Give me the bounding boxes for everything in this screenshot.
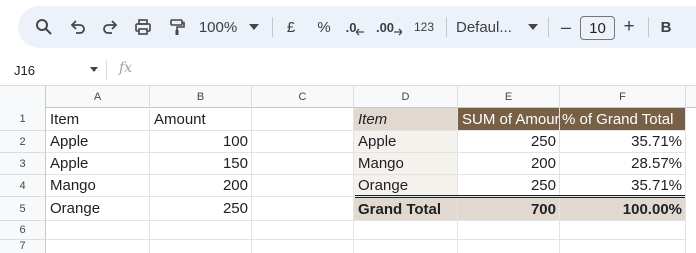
cell-c5[interactable] <box>252 197 354 221</box>
cell-a5[interactable]: Orange <box>46 197 150 221</box>
row-header-1[interactable]: 1 <box>0 108 46 131</box>
row-header-3[interactable]: 3 <box>0 153 46 175</box>
toolbar-divider <box>548 17 549 37</box>
cell-b6[interactable] <box>150 221 252 240</box>
column-header-c[interactable]: C <box>252 86 354 108</box>
row-header-5[interactable]: 5 <box>0 197 46 221</box>
column-header-d[interactable]: D <box>354 86 458 108</box>
pivot-cell-sum[interactable]: 200 <box>458 153 560 175</box>
cell-a6[interactable] <box>46 221 150 240</box>
name-box-dropdown-icon[interactable] <box>90 67 98 72</box>
bold-button[interactable]: B <box>656 6 676 48</box>
paint-format-icon[interactable] <box>164 6 190 48</box>
increase-decimal-label: .00 <box>375 19 395 35</box>
column-header-e[interactable]: E <box>458 86 560 108</box>
cell-c4[interactable] <box>252 175 354 197</box>
search-icon[interactable] <box>32 6 56 48</box>
cell-b7[interactable] <box>150 240 252 253</box>
cell-c7[interactable] <box>252 240 354 253</box>
fx-icon: fx <box>119 60 133 76</box>
cell-b5[interactable]: 250 <box>150 197 252 221</box>
column-header-row: A B C D E F <box>0 85 696 109</box>
row-header-2[interactable]: 2 <box>0 131 46 153</box>
print-icon[interactable] <box>130 6 156 48</box>
pivot-row-label[interactable]: Mango <box>354 153 458 175</box>
cell-e7[interactable] <box>458 240 560 253</box>
pivot-cell-sum[interactable]: 250 <box>458 175 560 197</box>
formula-bar-divider <box>106 60 107 80</box>
font-dropdown-icon[interactable] <box>526 6 540 48</box>
increase-decimal-button[interactable]: .00 <box>374 6 404 48</box>
cell-b1[interactable]: Amount <box>150 108 252 131</box>
pivot-grand-total-label[interactable]: Grand Total <box>354 198 458 221</box>
pivot-header-sum[interactable]: SUM of Amour <box>458 108 560 131</box>
cell-a4[interactable]: Mango <box>46 175 150 197</box>
name-box[interactable]: J16 <box>14 60 104 80</box>
pivot-cell-percent[interactable]: 35.71% <box>560 131 686 153</box>
cell-c1[interactable] <box>252 108 354 131</box>
column-header-f[interactable]: F <box>560 86 686 108</box>
row-header-6[interactable]: 6 <box>0 221 46 240</box>
toolbar-divider <box>272 17 273 37</box>
cell-b3[interactable]: 150 <box>150 153 252 175</box>
spreadsheet-grid: A B C D E F 1 2 3 4 5 6 7 Item Amount Ap… <box>0 85 696 253</box>
cell-b4[interactable]: 200 <box>150 175 252 197</box>
cell-a1[interactable]: Item <box>46 108 150 131</box>
zoom-dropdown-icon[interactable] <box>246 6 262 48</box>
cell-d6[interactable] <box>354 221 458 240</box>
toolbar-divider <box>648 17 649 37</box>
cell-b2[interactable]: 100 <box>150 131 252 153</box>
undo-icon[interactable] <box>66 6 90 48</box>
cell-a3[interactable]: Apple <box>46 153 150 175</box>
more-formats-button[interactable]: 123 <box>410 6 438 48</box>
pivot-row-label[interactable]: Orange <box>354 175 458 197</box>
cell-c3[interactable] <box>252 153 354 175</box>
pivot-cell-percent[interactable]: 35.71% <box>560 175 686 197</box>
cell-a2[interactable]: Apple <box>46 131 150 153</box>
pivot-header-item[interactable]: Item <box>354 108 458 131</box>
cell-f6[interactable] <box>560 221 686 240</box>
cell-c6[interactable] <box>252 221 354 240</box>
percent-format-button[interactable]: % <box>314 6 334 48</box>
increase-font-size-button[interactable]: + <box>618 6 640 48</box>
redo-icon[interactable] <box>98 6 122 48</box>
cell-e6[interactable] <box>458 221 560 240</box>
decrease-decimal-label: .0 <box>345 19 357 35</box>
decrease-decimal-button[interactable]: .0 <box>342 6 368 48</box>
decrease-font-size-button[interactable]: – <box>556 6 576 48</box>
pivot-header-percent[interactable]: % of Grand Total <box>560 108 686 131</box>
zoom-select[interactable]: 100% <box>196 6 240 48</box>
toolbar-divider <box>446 17 447 37</box>
name-box-value: J16 <box>14 62 35 78</box>
cell-a7[interactable] <box>46 240 150 253</box>
pivot-grand-total-sum[interactable]: 700 <box>458 198 560 221</box>
font-size-input[interactable]: 10 <box>580 16 615 40</box>
pivot-row-label[interactable]: Apple <box>354 131 458 153</box>
pivot-grand-total-percent[interactable]: 100.00% <box>560 198 686 221</box>
select-all-corner[interactable] <box>0 86 46 109</box>
row-header-7[interactable]: 7 <box>0 240 46 253</box>
cell-c2[interactable] <box>252 131 354 153</box>
pivot-cell-sum[interactable]: 250 <box>458 131 560 153</box>
column-header-a[interactable]: A <box>46 86 150 108</box>
pivot-cell-percent[interactable]: 28.57% <box>560 153 686 175</box>
column-header-b[interactable]: B <box>150 86 252 108</box>
currency-format-button[interactable]: £ <box>282 6 300 48</box>
font-select[interactable]: Defaul... <box>456 6 520 48</box>
cell-f7[interactable] <box>560 240 686 253</box>
toolbar: 100% £ % .0 .00 123 Defaul... – 10 + B <box>18 6 696 48</box>
cell-d7[interactable] <box>354 240 458 253</box>
row-header-4[interactable]: 4 <box>0 175 46 197</box>
